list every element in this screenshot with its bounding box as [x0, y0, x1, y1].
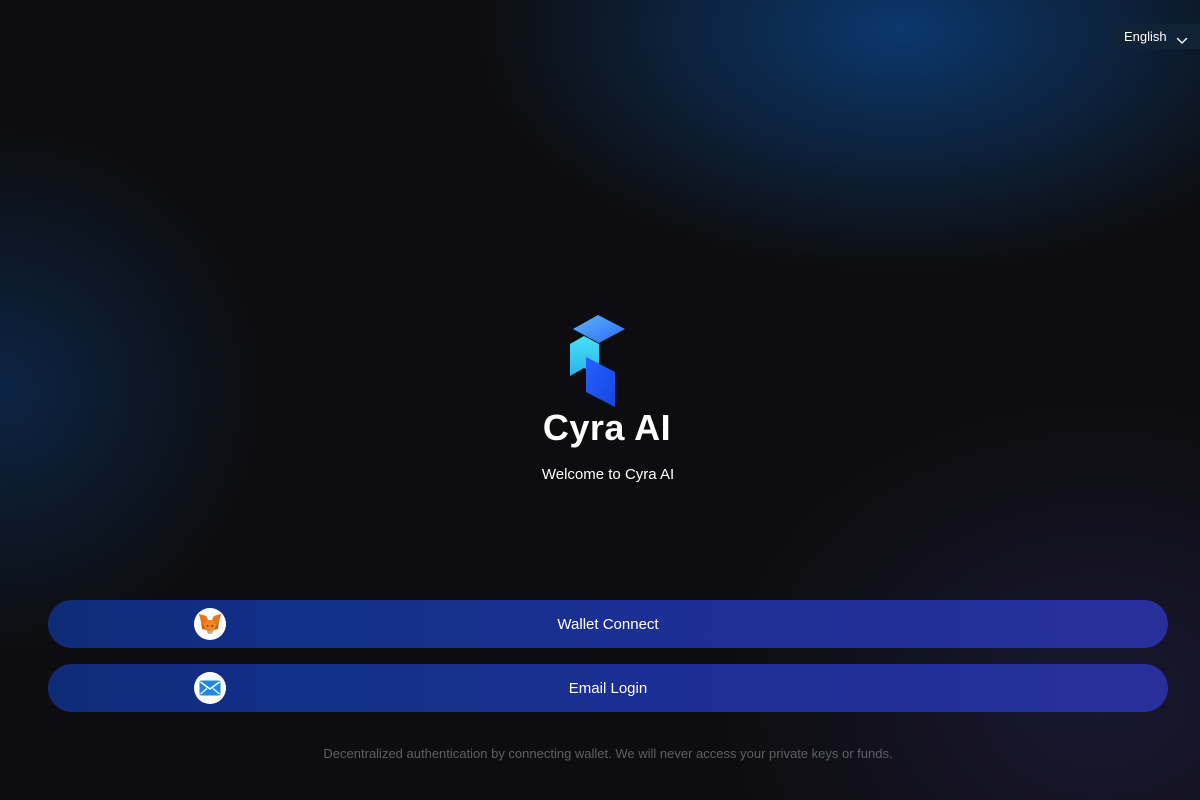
- language-select-label: English: [1124, 29, 1167, 44]
- email-login-button[interactable]: Email Login: [48, 664, 1168, 712]
- metamask-fox-icon: [194, 608, 226, 640]
- cyra-logo-icon: [567, 312, 631, 408]
- welcome-text: Welcome to Cyra AI: [541, 466, 675, 483]
- hero-section: Cyra AI Welcome to Cyra AI: [0, 312, 1200, 483]
- envelope-icon: [194, 672, 226, 704]
- wallet-connect-label: Wallet Connect: [557, 615, 659, 633]
- language-select[interactable]: English: [1112, 24, 1200, 49]
- wallet-connect-button[interactable]: Wallet Connect: [48, 600, 1168, 648]
- disclaimer-text: Decentralized authentication by connecti…: [323, 746, 893, 761]
- login-page: English Cyra AI Welcome to Cyra AI Walle…: [0, 0, 1200, 800]
- email-login-label: Email Login: [568, 679, 648, 697]
- brand-name: Cyra AI: [542, 407, 672, 448]
- chevron-down-icon: [1176, 33, 1188, 44]
